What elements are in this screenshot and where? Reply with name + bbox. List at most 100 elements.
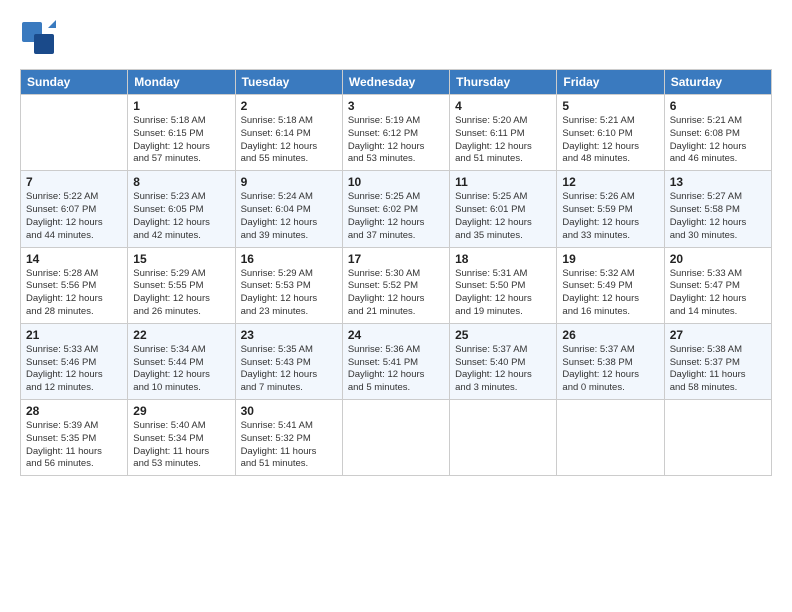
day-number: 13 [670, 175, 766, 189]
day-info: Sunrise: 5:18 AM Sunset: 6:15 PM Dayligh… [133, 115, 229, 166]
day-number: 8 [133, 175, 229, 189]
day-number: 27 [670, 328, 766, 342]
calendar-cell: 10 Sunrise: 5:25 AM Sunset: 6:02 PM Dayli… [342, 171, 449, 247]
calendar-cell: 19Sunrise: 5:32 AM Sunset: 5:49 PM Dayli… [557, 247, 664, 323]
calendar-cell: 13 Sunrise: 5:27 AM Sunset: 5:58 PM Dayli… [664, 171, 771, 247]
day-number: 18 [455, 252, 551, 266]
day-number: 30 [241, 404, 337, 418]
calendar-cell: 1 Sunrise: 5:18 AM Sunset: 6:15 PM Daylig… [128, 95, 235, 171]
calendar-cell: 4Sunrise: 5:20 AM Sunset: 6:11 PM Daylig… [450, 95, 557, 171]
calendar-cell: 6 Sunrise: 5:21 AM Sunset: 6:08 PM Daylig… [664, 95, 771, 171]
day-number: 11 [455, 175, 551, 189]
calendar-cell [342, 400, 449, 476]
header-wednesday: Wednesday [342, 70, 449, 95]
day-info: Sunrise: 5:26 AM Sunset: 5:59 PM Dayligh… [562, 191, 658, 242]
calendar-cell: 12Sunrise: 5:26 AM Sunset: 5:59 PM Dayli… [557, 171, 664, 247]
day-number: 1 [133, 99, 229, 113]
day-number: 16 [241, 252, 337, 266]
day-info: Sunrise: 5:32 AM Sunset: 5:49 PM Dayligh… [562, 268, 658, 319]
day-info: Sunrise: 5:27 AM Sunset: 5:58 PM Dayligh… [670, 191, 766, 242]
calendar-cell: 14 Sunrise: 5:28 AM Sunset: 5:56 PM Dayli… [21, 247, 128, 323]
day-info: Sunrise: 5:33 AM Sunset: 5:46 PM Dayligh… [26, 344, 122, 395]
calendar-cell [450, 400, 557, 476]
page-header [20, 16, 772, 61]
day-number: 28 [26, 404, 122, 418]
calendar-cell: 24 Sunrise: 5:36 AM Sunset: 5:41 PM Dayli… [342, 323, 449, 399]
day-info: Sunrise: 5:25 AM Sunset: 6:01 PM Dayligh… [455, 191, 551, 242]
day-info: Sunrise: 5:41 AM Sunset: 5:32 PM Dayligh… [241, 420, 337, 471]
day-number: 15 [133, 252, 229, 266]
day-info: Sunrise: 5:39 AM Sunset: 5:35 PM Dayligh… [26, 420, 122, 471]
week-row-5: 28 Sunrise: 5:39 AM Sunset: 5:35 PM Dayli… [21, 400, 772, 476]
day-number: 3 [348, 99, 444, 113]
day-info: Sunrise: 5:23 AM Sunset: 6:05 PM Dayligh… [133, 191, 229, 242]
calendar-header-row: SundayMondayTuesdayWednesdayThursdayFrid… [21, 70, 772, 95]
logo-icon [20, 20, 56, 56]
day-info: Sunrise: 5:25 AM Sunset: 6:02 PM Dayligh… [348, 191, 444, 242]
day-info: Sunrise: 5:21 AM Sunset: 6:08 PM Dayligh… [670, 115, 766, 166]
day-number: 6 [670, 99, 766, 113]
calendar-cell [557, 400, 664, 476]
day-info: Sunrise: 5:29 AM Sunset: 5:53 PM Dayligh… [241, 268, 337, 319]
header-friday: Friday [557, 70, 664, 95]
day-number: 24 [348, 328, 444, 342]
day-number: 17 [348, 252, 444, 266]
week-row-3: 14 Sunrise: 5:28 AM Sunset: 5:56 PM Dayli… [21, 247, 772, 323]
day-info: Sunrise: 5:40 AM Sunset: 5:34 PM Dayligh… [133, 420, 229, 471]
day-info: Sunrise: 5:28 AM Sunset: 5:56 PM Dayligh… [26, 268, 122, 319]
calendar-cell: 28 Sunrise: 5:39 AM Sunset: 5:35 PM Dayli… [21, 400, 128, 476]
calendar-cell [664, 400, 771, 476]
day-number: 7 [26, 175, 122, 189]
header-sunday: Sunday [21, 70, 128, 95]
day-info: Sunrise: 5:38 AM Sunset: 5:37 PM Dayligh… [670, 344, 766, 395]
day-info: Sunrise: 5:36 AM Sunset: 5:41 PM Dayligh… [348, 344, 444, 395]
day-info: Sunrise: 5:37 AM Sunset: 5:40 PM Dayligh… [455, 344, 551, 395]
calendar-cell: 27 Sunrise: 5:38 AM Sunset: 5:37 PM Dayli… [664, 323, 771, 399]
week-row-4: 21Sunrise: 5:33 AM Sunset: 5:46 PM Dayli… [21, 323, 772, 399]
day-number: 20 [670, 252, 766, 266]
calendar-cell: 29 Sunrise: 5:40 AM Sunset: 5:34 PM Dayli… [128, 400, 235, 476]
day-number: 26 [562, 328, 658, 342]
day-number: 23 [241, 328, 337, 342]
calendar-cell: 15Sunrise: 5:29 AM Sunset: 5:55 PM Dayli… [128, 247, 235, 323]
header-monday: Monday [128, 70, 235, 95]
calendar-cell: 26 Sunrise: 5:37 AM Sunset: 5:38 PM Dayli… [557, 323, 664, 399]
calendar-cell: 9Sunrise: 5:24 AM Sunset: 6:04 PM Daylig… [235, 171, 342, 247]
calendar-cell: 8 Sunrise: 5:23 AM Sunset: 6:05 PM Daylig… [128, 171, 235, 247]
day-info: Sunrise: 5:34 AM Sunset: 5:44 PM Dayligh… [133, 344, 229, 395]
day-number: 10 [348, 175, 444, 189]
day-info: Sunrise: 5:31 AM Sunset: 5:50 PM Dayligh… [455, 268, 551, 319]
day-info: Sunrise: 5:37 AM Sunset: 5:38 PM Dayligh… [562, 344, 658, 395]
calendar-cell: 30 Sunrise: 5:41 AM Sunset: 5:32 PM Dayli… [235, 400, 342, 476]
header-thursday: Thursday [450, 70, 557, 95]
calendar-cell: 17 Sunrise: 5:30 AM Sunset: 5:52 PM Dayli… [342, 247, 449, 323]
calendar-table: SundayMondayTuesdayWednesdayThursdayFrid… [20, 69, 772, 476]
day-info: Sunrise: 5:35 AM Sunset: 5:43 PM Dayligh… [241, 344, 337, 395]
calendar-cell: 3Sunrise: 5:19 AM Sunset: 6:12 PM Daylig… [342, 95, 449, 171]
day-number: 9 [241, 175, 337, 189]
calendar-cell: 25 Sunrise: 5:37 AM Sunset: 5:40 PM Dayli… [450, 323, 557, 399]
day-number: 2 [241, 99, 337, 113]
day-number: 14 [26, 252, 122, 266]
day-info: Sunrise: 5:20 AM Sunset: 6:11 PM Dayligh… [455, 115, 551, 166]
calendar-cell: 18 Sunrise: 5:31 AM Sunset: 5:50 PM Dayli… [450, 247, 557, 323]
calendar-body: 1 Sunrise: 5:18 AM Sunset: 6:15 PM Daylig… [21, 95, 772, 476]
day-number: 22 [133, 328, 229, 342]
calendar-cell: 11 Sunrise: 5:25 AM Sunset: 6:01 PM Dayli… [450, 171, 557, 247]
day-number: 25 [455, 328, 551, 342]
day-info: Sunrise: 5:30 AM Sunset: 5:52 PM Dayligh… [348, 268, 444, 319]
header-tuesday: Tuesday [235, 70, 342, 95]
week-row-1: 1 Sunrise: 5:18 AM Sunset: 6:15 PM Daylig… [21, 95, 772, 171]
calendar-cell: 21Sunrise: 5:33 AM Sunset: 5:46 PM Dayli… [21, 323, 128, 399]
calendar-cell: 7Sunrise: 5:22 AM Sunset: 6:07 PM Daylig… [21, 171, 128, 247]
day-info: Sunrise: 5:18 AM Sunset: 6:14 PM Dayligh… [241, 115, 337, 166]
logo [20, 20, 58, 61]
calendar-cell: 16 Sunrise: 5:29 AM Sunset: 5:53 PM Dayli… [235, 247, 342, 323]
calendar-cell: 23 Sunrise: 5:35 AM Sunset: 5:43 PM Dayli… [235, 323, 342, 399]
day-info: Sunrise: 5:33 AM Sunset: 5:47 PM Dayligh… [670, 268, 766, 319]
day-number: 29 [133, 404, 229, 418]
calendar-cell [21, 95, 128, 171]
calendar-cell: 5Sunrise: 5:21 AM Sunset: 6:10 PM Daylig… [557, 95, 664, 171]
day-info: Sunrise: 5:21 AM Sunset: 6:10 PM Dayligh… [562, 115, 658, 166]
calendar-cell: 20 Sunrise: 5:33 AM Sunset: 5:47 PM Dayli… [664, 247, 771, 323]
